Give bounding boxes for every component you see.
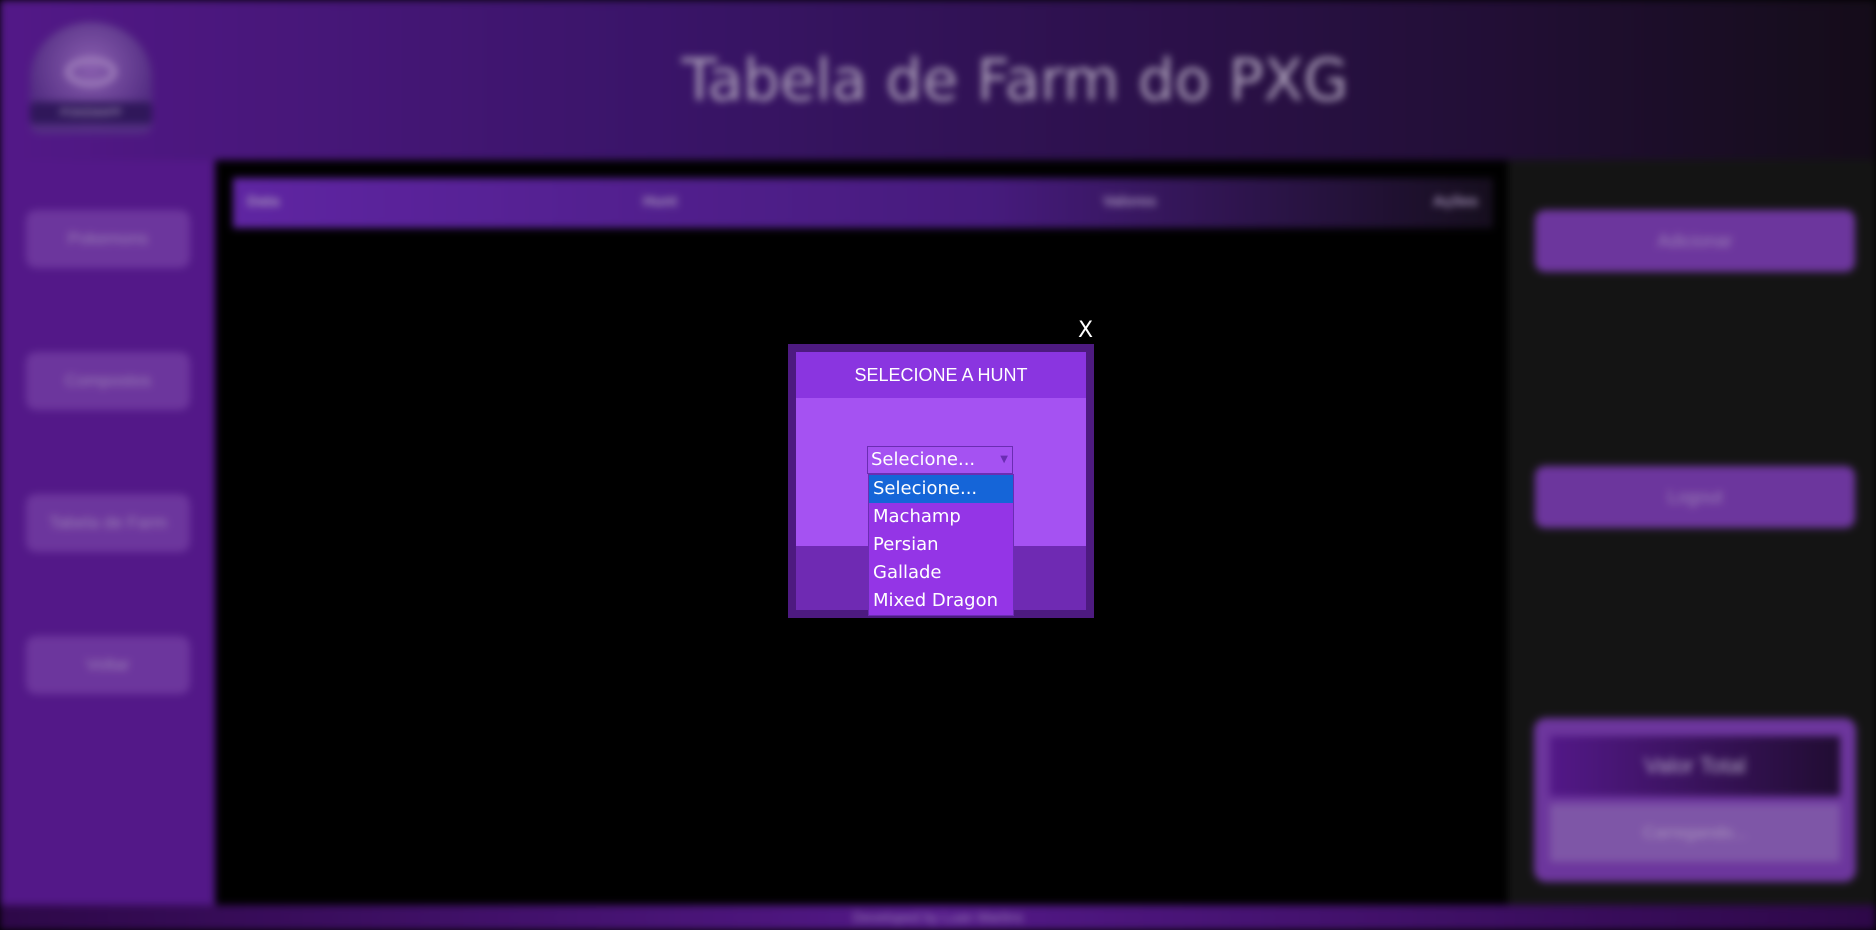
sidebar-item-compostos[interactable]: Compostos [26,352,190,410]
hunt-option[interactable]: Selecione... [869,475,1013,503]
page-title: Tabela de Farm do PXG [681,46,1349,114]
footer: Developed by Luan Martins [0,905,1876,930]
close-button[interactable]: X [1078,318,1093,343]
hunt-option[interactable]: Persian [869,531,1013,559]
sidebar: Pokemons Compostos Tabela de Farm Voltar [0,160,215,905]
hunt-option[interactable]: Machamp [869,503,1013,531]
sidebar-item-tabela-de-farm[interactable]: Tabela de Farm [26,494,190,552]
hunt-select-value: Selecione... [871,449,976,470]
hunt-dropdown-list: Selecione... Machamp Persian Gallade Mix… [868,474,1014,616]
column-header-valores: Valores [1103,193,1157,210]
chevron-down-icon: ▼ [1000,454,1008,465]
hunt-option[interactable]: Mixed Dragon [869,587,1013,615]
column-header-acoes: Ações [1433,193,1479,210]
right-panel: Adicionar Logout Valor Total Carregando.… [1508,160,1876,905]
total-card: Valor Total Carregando... [1534,718,1856,882]
sidebar-item-pokemons[interactable]: Pokemons [26,210,190,268]
total-value: Carregando... [1550,804,1840,862]
total-title: Valor Total [1550,736,1840,796]
column-header-data: Data [247,193,280,210]
hunt-select[interactable]: Selecione... ▼ [867,446,1013,474]
modal-title: SELECIONE A HUNT [796,352,1086,398]
logout-button[interactable]: Logout [1535,466,1855,528]
sidebar-item-voltar[interactable]: Voltar [26,636,190,694]
column-header-hunt: Hunt [643,193,678,210]
table-header: Data Hunt Valores Ações [233,178,1493,228]
add-button[interactable]: Adicionar [1535,210,1855,272]
hunt-option[interactable]: Gallade [869,559,1013,587]
header: POKEMAPP Tabela de Farm do PXG [0,0,1876,160]
